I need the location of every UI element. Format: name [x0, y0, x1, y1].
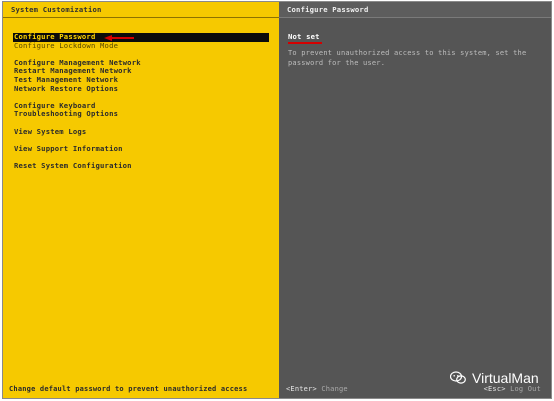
wechat-icon	[450, 371, 466, 384]
annotation-arrow-icon	[104, 35, 134, 41]
password-status: Not set	[288, 32, 320, 41]
watermark-text: VirtualMan	[472, 370, 539, 386]
right-panel-title: Configure Password	[279, 2, 551, 18]
password-description: To prevent unauthorized access to this s…	[288, 49, 527, 67]
menu-item-configure-lockdown-mode[interactable]: Configure Lockdown Mode	[13, 41, 269, 51]
menu-item-view-system-logs[interactable]: View System Logs	[13, 127, 269, 137]
enter-change-hint[interactable]: <Enter> Change	[286, 385, 348, 393]
menu-item-reset-system-configuration[interactable]: Reset System Configuration	[13, 161, 269, 171]
dcui-window: System Customization Configure Password …	[2, 1, 552, 399]
annotation-underline	[288, 42, 322, 44]
detail-pane: Not set To prevent unauthorized access t…	[288, 32, 543, 68]
left-panel-title: System Customization	[3, 2, 279, 18]
watermark: VirtualMan	[450, 368, 539, 388]
menu-item-view-support-information[interactable]: View Support Information	[13, 144, 269, 154]
change-action-label: Change	[321, 385, 348, 393]
menu-item-network-restore-options[interactable]: Network Restore Options	[13, 84, 269, 94]
enter-key-label: <Enter>	[286, 385, 317, 393]
menu-item-troubleshooting-options[interactable]: Troubleshooting Options	[13, 110, 269, 119]
left-footer-hint: Change default password to prevent unaut…	[9, 385, 248, 393]
system-customization-menu: Configure Password Configure Lockdown Mo…	[13, 32, 269, 171]
